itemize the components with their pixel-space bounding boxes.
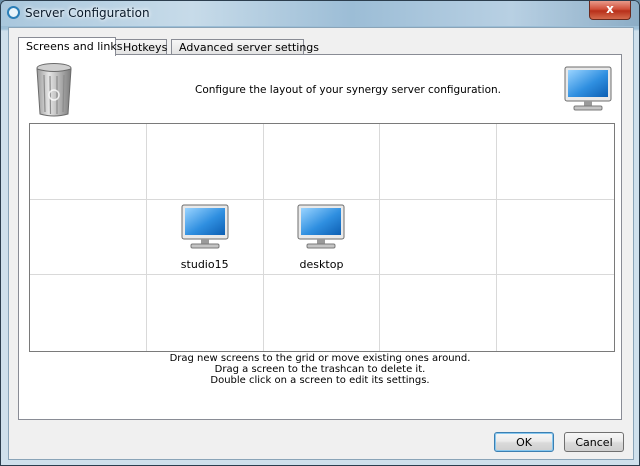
hint-line: Double click on a screen to edit its set… [210, 375, 430, 386]
tab-advanced-server-settings[interactable]: Advanced server settings [171, 39, 319, 55]
cancel-button[interactable]: Cancel [564, 432, 624, 452]
monitor-icon[interactable] [564, 66, 612, 112]
monitor-icon [181, 204, 229, 249]
screen-desktop[interactable]: desktop [264, 204, 380, 271]
trashcan-icon[interactable] [35, 62, 73, 118]
grid-cell[interactable] [380, 124, 498, 200]
grid-cell[interactable] [380, 275, 498, 351]
hint-line: Drag new screens to the grid or move exi… [169, 353, 471, 364]
grid-cell[interactable] [147, 275, 264, 351]
tab-screens-and-links[interactable]: Screens and links [18, 37, 122, 56]
grid-cell[interactable] [30, 124, 147, 200]
close-icon: x [606, 2, 614, 16]
window-title: Server Configuration [25, 6, 150, 20]
dialog-client-area: Screens and links Hotkeys Advanced serve… [8, 27, 634, 460]
hint-line: Drag a screen to the trashcan to delete … [214, 364, 426, 375]
grid-cell[interactable] [264, 275, 381, 351]
instructions: Drag new screens to the grid or move exi… [19, 353, 621, 386]
configure-layout-label: Configure the layout of your synergy ser… [195, 84, 502, 96]
grid-cell[interactable] [497, 200, 614, 276]
screen-studio15[interactable]: studio15 [147, 204, 263, 271]
title-bar[interactable]: Server Configuration x [1, 1, 639, 26]
screens-and-links-panel: Configure the layout of your synergy ser… [18, 54, 622, 420]
grid-cell[interactable]: studio15 [146, 199, 264, 276]
grid-cell[interactable] [263, 124, 381, 200]
app-icon [7, 6, 20, 19]
screen-grid[interactable]: studio15 desktop [29, 123, 615, 352]
close-button[interactable]: x [589, 1, 631, 20]
grid-cell[interactable] [497, 124, 614, 200]
server-configuration-window: Server Configuration x Screens and links… [0, 0, 640, 466]
grid-cell[interactable] [146, 124, 264, 200]
ok-button[interactable]: OK [494, 432, 554, 452]
grid-cell[interactable] [30, 275, 147, 351]
tab-hotkeys[interactable]: Hotkeys [115, 39, 167, 55]
grid-cell[interactable] [497, 275, 614, 351]
grid-cell[interactable]: desktop [263, 199, 381, 276]
screen-name-label: desktop [299, 257, 344, 271]
grid-cell[interactable] [380, 199, 498, 276]
monitor-icon [297, 204, 345, 249]
grid-cell[interactable] [30, 199, 147, 276]
screen-name-label: studio15 [180, 257, 229, 271]
